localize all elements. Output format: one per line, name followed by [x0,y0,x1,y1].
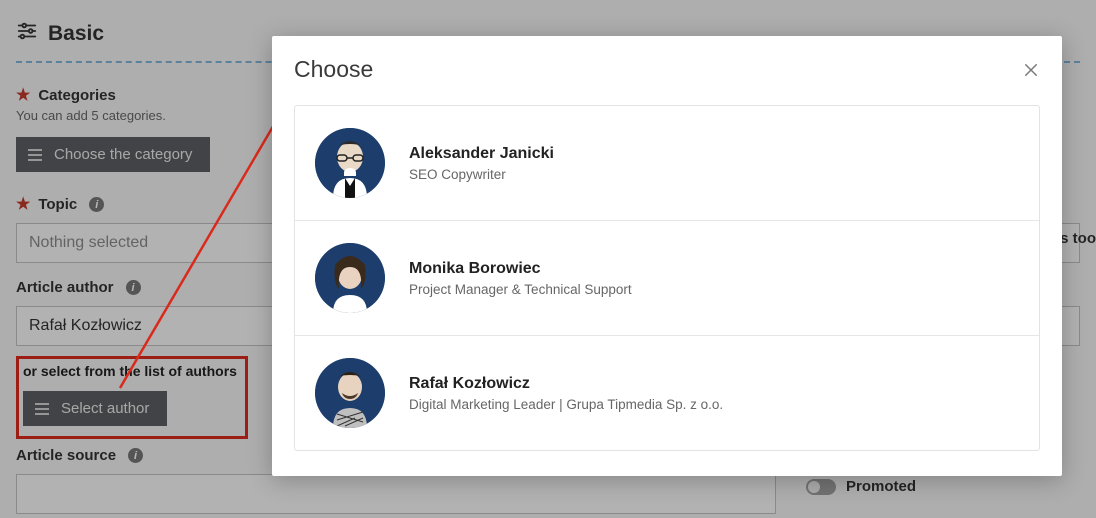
avatar [315,243,385,313]
author-name: Aleksander Janicki [409,145,554,163]
author-role: Digital Marketing Leader | Grupa Tipmedi… [409,397,723,412]
author-role: Project Manager & Technical Support [409,282,632,297]
choose-modal: Choose [272,36,1062,476]
author-item[interactable]: Aleksander Janicki SEO Copywriter [295,106,1039,220]
avatar [315,128,385,198]
author-list: Aleksander Janicki SEO Copywriter Monika… [294,105,1040,451]
author-item[interactable]: Rafał Kozłowicz Digital Marketing Leader… [295,335,1039,450]
author-role: SEO Copywriter [409,167,554,182]
modal-title: Choose [294,56,373,83]
author-name: Monika Borowiec [409,260,632,278]
author-name: Rafał Kozłowicz [409,375,723,393]
avatar [315,358,385,428]
author-item[interactable]: Monika Borowiec Project Manager & Techni… [295,220,1039,335]
close-icon[interactable] [1022,61,1040,79]
